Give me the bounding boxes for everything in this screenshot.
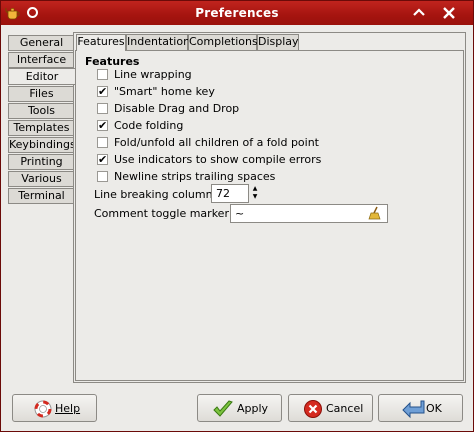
apply-button-label: Apply (237, 402, 269, 415)
fold-children-checkbox[interactable] (97, 137, 108, 148)
subtab-indentation[interactable]: Indentation (126, 34, 190, 50)
cancel-button-label: Cancel (326, 402, 364, 415)
category-tab-keybindings[interactable]: Keybindings (8, 137, 76, 153)
option-label: Disable Drag and Drop (114, 102, 240, 115)
smart-home-checkbox[interactable]: ✔ (97, 86, 108, 97)
category-tab-general[interactable]: General (8, 35, 74, 51)
option-label: Use indicators to show compile errors (114, 153, 322, 166)
option-label: Fold/unfold all children of a fold point (114, 136, 319, 149)
category-tab-templates[interactable]: Templates (8, 120, 74, 136)
option-label: Line wrapping (114, 68, 192, 81)
enter-arrow-icon (402, 400, 425, 419)
category-tab-tools[interactable]: Tools (8, 103, 74, 119)
compile-indicators-checkbox[interactable]: ✔ (97, 154, 108, 165)
subtab-completions[interactable]: Completions (188, 34, 258, 50)
checkmark-icon (213, 400, 233, 417)
help-button-label: Help (55, 402, 81, 415)
comment-marker-input[interactable]: ~ (230, 204, 388, 223)
clear-broom-icon[interactable] (368, 206, 382, 220)
comment-marker-label: Comment toggle marker: (94, 207, 233, 220)
apply-button[interactable]: Apply (197, 394, 282, 422)
category-tab-editor[interactable]: Editor (8, 68, 75, 85)
close-icon[interactable] (441, 5, 457, 21)
ok-button[interactable]: OK (378, 394, 463, 422)
features-heading: Features (85, 55, 140, 68)
category-tab-interface[interactable]: Interface (8, 52, 74, 68)
subtab-display[interactable]: Display (257, 34, 299, 50)
category-tab-various[interactable]: Various (8, 171, 74, 187)
help-button[interactable]: Help (12, 394, 97, 422)
ok-button-label: OK (426, 402, 442, 415)
cancel-icon (304, 400, 322, 418)
category-tab-files[interactable]: Files (8, 86, 74, 102)
line-breaking-label: Line breaking column: (94, 188, 217, 201)
disable-drag-drop-checkbox[interactable] (97, 103, 108, 114)
maximize-icon[interactable] (411, 5, 427, 21)
spin-up-icon[interactable]: ▲ (251, 185, 259, 193)
category-tab-terminal[interactable]: Terminal (8, 188, 74, 204)
option-label: Code folding (114, 119, 184, 132)
category-tab-printing[interactable]: Printing (8, 154, 74, 170)
subtab-features[interactable]: Features (76, 34, 126, 51)
strip-spaces-checkbox[interactable] (97, 171, 108, 182)
window-title: Preferences (195, 6, 279, 20)
code-folding-checkbox[interactable]: ✔ (97, 120, 108, 131)
cancel-button[interactable]: Cancel (288, 394, 373, 422)
spin-arrows[interactable]: ▲ ▼ (251, 185, 259, 203)
option-label: Newline strips trailing spaces (114, 170, 276, 183)
option-label: "Smart" home key (114, 85, 215, 98)
title-bar[interactable]: Preferences (1, 1, 473, 25)
line-breaking-spinbox[interactable]: 72 (211, 184, 249, 203)
line-wrapping-checkbox[interactable] (97, 69, 108, 80)
spin-down-icon[interactable]: ▼ (251, 193, 259, 201)
help-lifebuoy-icon (34, 400, 52, 418)
preferences-window: Preferences General Interface Editor Fil… (0, 0, 474, 432)
